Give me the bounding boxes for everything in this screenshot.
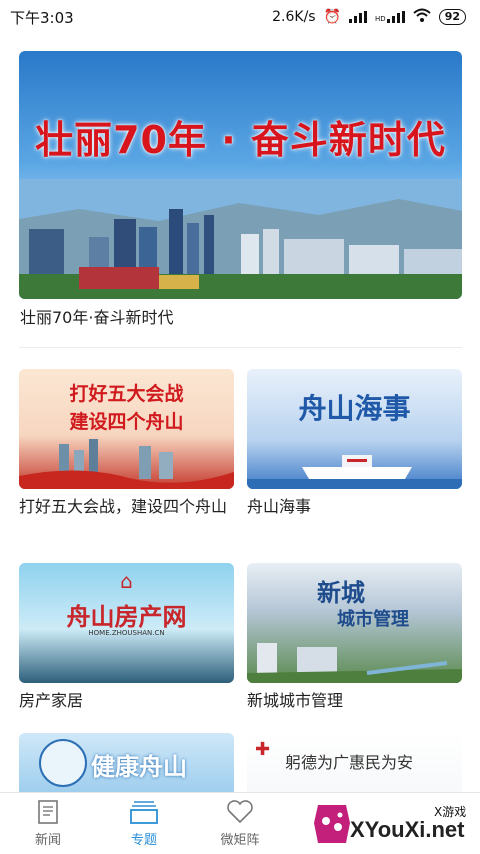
topic-card-title: 打好五大会战，建设四个舟山: [19, 497, 228, 516]
nav-label: 微矩阵: [220, 833, 260, 848]
house-logo-icon: ⌂: [120, 569, 133, 593]
heart-icon: [227, 800, 253, 824]
network-speed: 2.6K/s: [272, 9, 316, 25]
topic-card-image-text: 建设四个舟山: [69, 411, 184, 433]
divider: [19, 347, 462, 348]
topic-card[interactable]: 打好五大会战 建设四个舟山 打好五大会战，建设四个舟山: [19, 369, 234, 519]
health-emblem-icon: [39, 739, 87, 787]
nav-tab-topics[interactable]: 专题: [96, 793, 192, 854]
topic-card-image: ✚ 躬德为广惠民为安: [247, 733, 462, 792]
game-controller-icon: [314, 805, 350, 843]
topic-card-title: 新城城市管理: [247, 691, 344, 710]
topic-card-title: 房产家居: [19, 691, 84, 710]
site-watermark: X游戏 XYouXi.net: [306, 797, 480, 853]
watermark-text: XYouXi.net: [350, 817, 465, 842]
topic-card-image-text: 躬德为广惠民为安: [285, 753, 414, 772]
topic-card-image-text: 打好五大会战: [69, 383, 184, 405]
hero-caption[interactable]: 壮丽70年·奋斗新时代: [20, 304, 173, 328]
topic-card-image-text: 城市管理: [337, 609, 409, 630]
signal-icon: [349, 11, 368, 23]
topic-card[interactable]: 新城 城市管理 新城城市管理: [247, 563, 462, 713]
topic-card-image: 舟山海事: [247, 369, 462, 489]
hero-banner-title: 壮丽70年 · 奋斗新时代: [35, 118, 446, 162]
signal-hd-icon: HD: [375, 11, 405, 23]
wifi-icon: [413, 8, 431, 26]
topic-card-image: 健康舟山: [19, 733, 234, 792]
topic-card[interactable]: ✚ 躬德为广惠民为安: [247, 733, 462, 792]
topic-card-image: 新城 城市管理: [247, 563, 462, 683]
hero-banner[interactable]: 壮丽70年 · 奋斗新时代: [19, 51, 462, 299]
topic-card-title: 舟山海事: [247, 497, 312, 516]
topic-card[interactable]: 舟山海事 舟山海事: [247, 369, 462, 519]
topic-card-image: 打好五大会战 建设四个舟山: [19, 369, 234, 489]
status-icons: 2.6K/s ⏰ HD 92: [272, 8, 466, 26]
battery-icon: 92: [438, 9, 466, 25]
topic-card-image-text: 新城: [317, 579, 365, 607]
topic-card-image-text: HOME.ZHOUSHAN.CN: [88, 629, 165, 637]
alarm-icon: ⏰: [323, 9, 342, 25]
news-icon: [38, 800, 58, 824]
red-cross-logo-icon: ✚: [255, 739, 271, 760]
status-bar: 下午3:03 2.6K/s ⏰ HD 92: [0, 0, 480, 34]
topic-card[interactable]: ⌂ 舟山房产网 HOME.ZHOUSHAN.CN 房产家居: [19, 563, 234, 713]
topic-card[interactable]: 健康舟山: [19, 733, 234, 792]
nav-tab-matrix[interactable]: 微矩阵: [192, 793, 288, 854]
nav-tab-news[interactable]: 新闻: [0, 793, 96, 854]
city-skyline-image: [19, 179, 462, 299]
topic-card-image: ⌂ 舟山房产网 HOME.ZHOUSHAN.CN: [19, 563, 234, 683]
topics-icon: [130, 801, 158, 824]
topic-card-image-text: 健康舟山: [91, 753, 187, 781]
topic-card-image-text: 舟山房产网: [66, 603, 187, 631]
topics-feed[interactable]: 壮丽70年 · 奋斗新时代 壮丽70年·奋斗新时代 打好五大会战 建设四个舟山: [0, 34, 480, 792]
nav-label: 新闻: [34, 833, 61, 848]
topic-card-image-text: 舟山海事: [298, 392, 411, 425]
status-time: 下午3:03: [10, 8, 74, 27]
nav-label: 专题: [130, 833, 157, 848]
